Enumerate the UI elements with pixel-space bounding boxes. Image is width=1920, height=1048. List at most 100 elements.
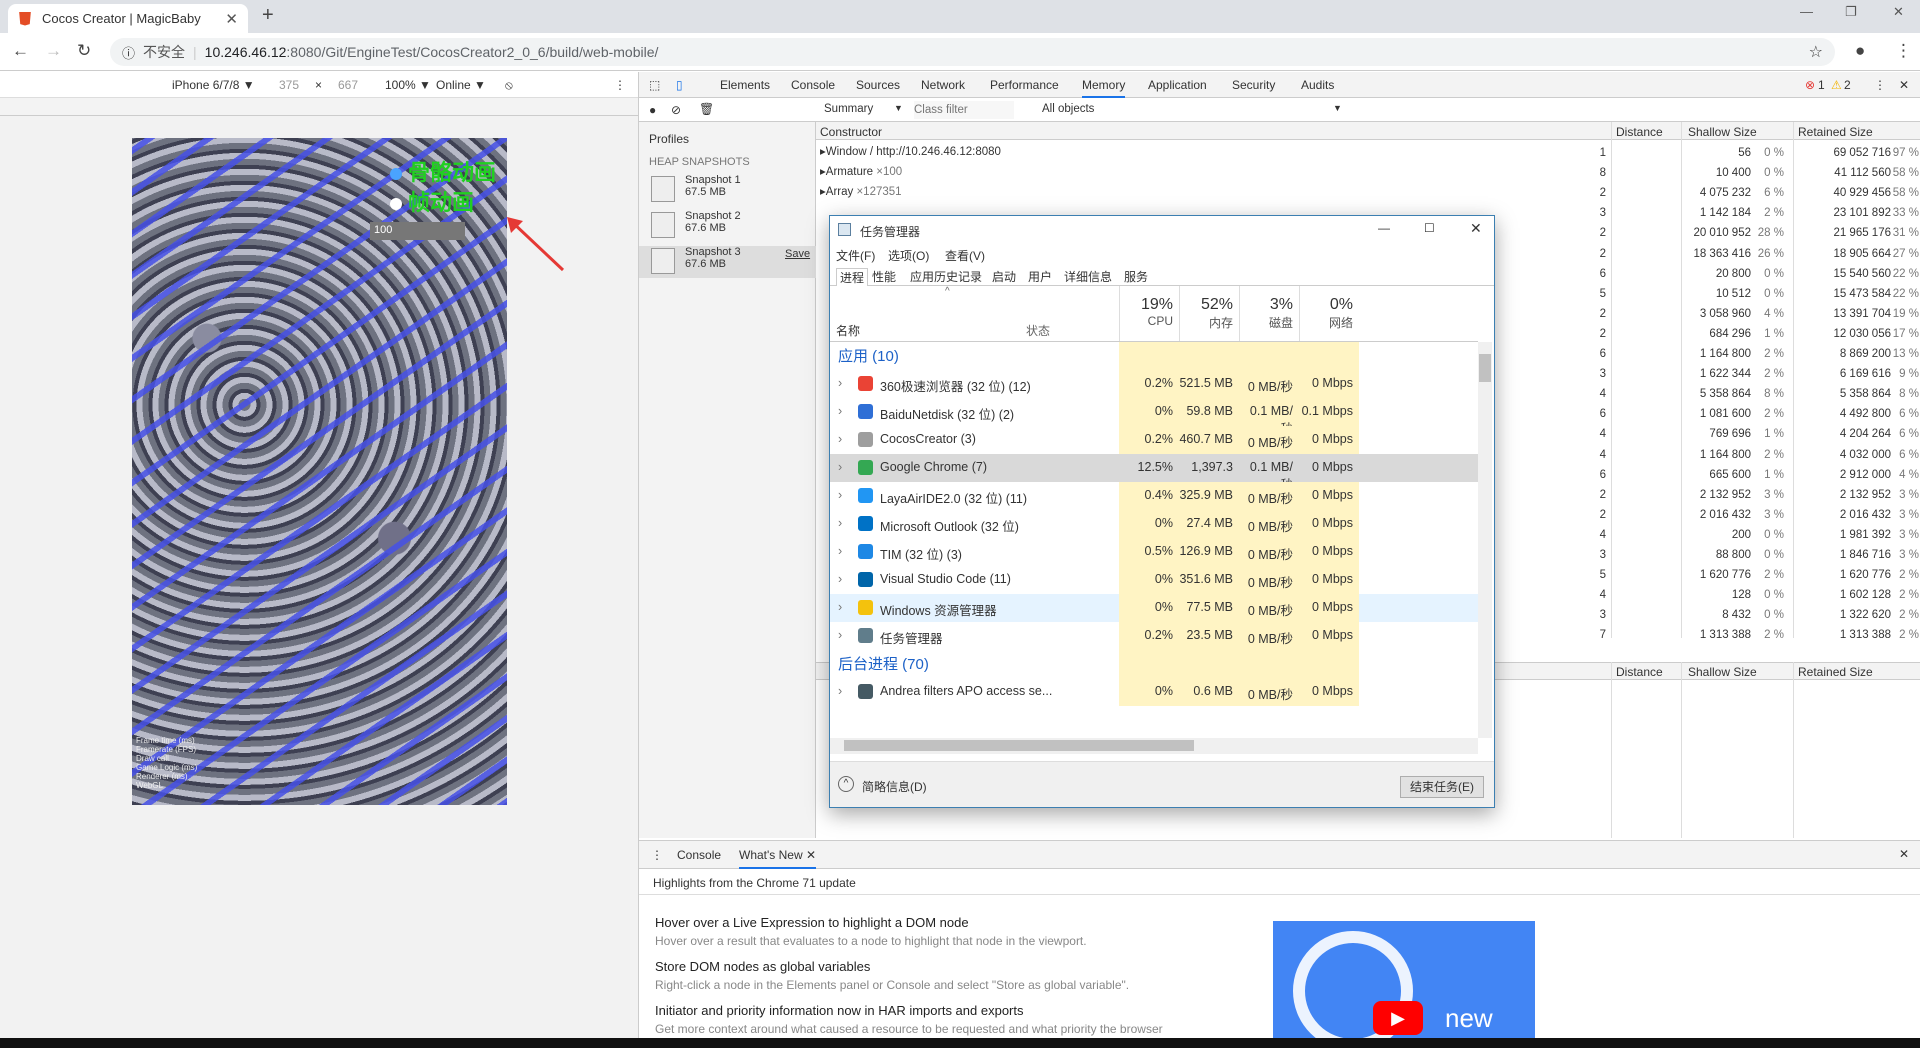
play-icon[interactable]: ▶ xyxy=(1373,1001,1423,1035)
radio-icon[interactable] xyxy=(390,198,402,210)
process-row[interactable]: 0.2% 460.7 MB 0 MB/秒 0 Mbps › CocosCreator (3… xyxy=(830,426,1478,454)
error-count[interactable]: 1 xyxy=(1818,78,1825,92)
tab-app-history[interactable]: 应用历史记录 xyxy=(910,268,982,285)
menu-view[interactable]: 查看(V) xyxy=(945,247,985,264)
reload-icon[interactable]: ↻ xyxy=(77,41,91,61)
devtools-menu-icon[interactable]: ⋮ xyxy=(1874,78,1886,92)
task-manager-titlebar[interactable]: 任务管理器 — ☐ ✕ xyxy=(830,216,1494,244)
trash-icon[interactable]: 🗑 xyxy=(699,102,714,116)
objects-filter-select[interactable]: All objects xyxy=(1042,103,1094,115)
col-memory[interactable]: 52% 内存 xyxy=(1179,286,1239,341)
tab-console[interactable]: Console xyxy=(791,78,835,92)
drawer-tab-whats-new[interactable]: What's New ✕ xyxy=(739,848,817,869)
tab-application[interactable]: Application xyxy=(1148,78,1207,92)
lower-header-distance[interactable]: Distance xyxy=(1616,665,1663,679)
device-select[interactable]: iPhone 6/7/8 ▼ xyxy=(172,78,255,92)
tab-memory[interactable]: Memory xyxy=(1082,78,1126,98)
process-row[interactable]: 0% 0.6 MB 0 MB/秒 0 Mbps › Andrea filters APO … xyxy=(830,678,1478,706)
close-tab-icon[interactable]: ✕ xyxy=(225,10,238,28)
expand-chevron-icon[interactable]: › xyxy=(838,404,842,418)
tab-elements[interactable]: Elements xyxy=(720,78,770,92)
expand-chevron-icon[interactable]: › xyxy=(838,628,842,642)
heap-row[interactable]: 24 075 232 6 % 40 929 456 58 % xyxy=(816,184,1920,204)
frame-animation-label[interactable]: 帧动画 xyxy=(408,190,474,215)
info-icon[interactable]: ⓘ xyxy=(122,43,135,62)
class-filter-input[interactable] xyxy=(914,101,1014,119)
menu-icon[interactable]: ⋮ xyxy=(1895,41,1912,61)
expand-chevron-icon[interactable]: › xyxy=(838,572,842,586)
expand-chevron-icon[interactable]: › xyxy=(838,432,842,446)
process-row[interactable]: 0%59.8 MB0.1 MB/秒0.1 Mbps › BaiduNetdisk (… xyxy=(830,398,1478,436)
constructor-row[interactable]: ▸Array ×127351 xyxy=(820,184,902,198)
process-row[interactable]: 0.4% 325.9 MB 0 MB/秒 0 Mbps › LayaAirIDE2.0 (… xyxy=(830,482,1478,510)
expand-chevron-icon[interactable]: › xyxy=(838,684,842,698)
expand-chevron-icon[interactable]: › xyxy=(838,460,842,474)
tab-startup[interactable]: 启动 xyxy=(992,268,1016,285)
snapshot-item[interactable]: Snapshot 1 67.5 MB xyxy=(647,174,812,206)
tab-services[interactable]: 服务 xyxy=(1124,268,1148,285)
more-options-icon[interactable]: ⋮ xyxy=(614,78,626,92)
process-row[interactable]: 0% 27.4 MB 0 MB/秒 0 Mbps › Microsoft Outlook … xyxy=(830,510,1478,538)
header-constructor[interactable]: Constructor xyxy=(820,125,882,139)
feature-title[interactable]: Initiator and priority information now i… xyxy=(655,1002,1163,1020)
game-progress-bar[interactable]: 100 xyxy=(370,222,465,240)
restore-icon[interactable]: ❐ xyxy=(1845,4,1857,20)
tab-network[interactable]: Network xyxy=(921,78,965,92)
error-icon[interactable]: ⊗ xyxy=(1805,78,1815,92)
task-manager-window[interactable]: 任务管理器 — ☐ ✕ 文件(F) 选项(O) 查看(V) 进程 性能 应用历史… xyxy=(829,215,1495,808)
close-devtools-icon[interactable]: ✕ xyxy=(1899,78,1909,92)
radio-icon[interactable] xyxy=(390,168,402,180)
fewer-details-link[interactable]: 简略信息(D) xyxy=(862,778,927,795)
tab-security[interactable]: Security xyxy=(1232,78,1275,92)
feature-title[interactable]: Store DOM nodes as global variables xyxy=(655,958,1163,976)
horizontal-scrollbar[interactable] xyxy=(830,738,1478,754)
constructor-row[interactable]: ▸Armature ×100 xyxy=(820,164,902,178)
expand-chevron-icon[interactable]: › xyxy=(838,376,842,390)
close-window-icon[interactable]: ✕ xyxy=(1893,4,1904,20)
tab-processes[interactable]: 进程 xyxy=(836,268,869,286)
skeleton-animation-label[interactable]: 骨骼动画 xyxy=(408,160,496,185)
rotate-icon[interactable]: ⦸ xyxy=(505,78,513,93)
tab-performance[interactable]: 性能 xyxy=(872,268,896,285)
snapshot-item-selected[interactable]: Snapshot 3 67.6 MB Save xyxy=(639,246,816,278)
omnibox[interactable]: ⓘ 不安全 | 10.246.46.12 :8080/Git/EngineTes… xyxy=(110,38,1835,66)
lower-header-retained[interactable]: Retained Size xyxy=(1798,665,1873,679)
video-thumbnail[interactable]: ▶ new xyxy=(1273,921,1535,1041)
col-status[interactable]: 状态 xyxy=(1026,322,1050,339)
account-icon[interactable]: ● xyxy=(1855,41,1865,61)
drawer-tab-console[interactable]: Console xyxy=(677,848,721,862)
save-link[interactable]: Save xyxy=(785,248,810,260)
tab-audits[interactable]: Audits xyxy=(1301,78,1334,92)
header-distance[interactable]: Distance xyxy=(1616,125,1663,139)
chevron-up-icon[interactable]: ^ xyxy=(838,776,854,792)
snapshot-item[interactable]: Snapshot 2 67.6 MB xyxy=(647,210,812,242)
back-icon[interactable]: ← xyxy=(12,41,29,61)
device-height[interactable]: 667 xyxy=(338,78,358,92)
tab-users[interactable]: 用户 xyxy=(1028,268,1052,285)
header-shallow-size[interactable]: Shallow Size xyxy=(1688,125,1757,139)
col-cpu[interactable]: 19% CPU xyxy=(1119,286,1179,341)
menu-options[interactable]: 选项(O) xyxy=(888,247,929,264)
end-task-button[interactable]: 结束任务(E) xyxy=(1400,776,1484,798)
network-select[interactable]: Online ▼ xyxy=(436,78,486,92)
inspect-icon[interactable]: ⬚ xyxy=(649,78,660,92)
minimize-icon[interactable]: — xyxy=(1378,221,1390,235)
warning-icon[interactable]: ⚠ xyxy=(1831,78,1842,92)
feature-title[interactable]: Hover over a Live Expression to highligh… xyxy=(655,914,1163,932)
summary-select[interactable]: Summary xyxy=(824,103,873,115)
expand-chevron-icon[interactable]: › xyxy=(838,488,842,502)
forward-icon[interactable]: → xyxy=(45,41,62,61)
process-row[interactable]: 0.5% 126.9 MB 0 MB/秒 0 Mbps › TIM (32 位) (3) xyxy=(830,538,1478,566)
tab-details[interactable]: 详细信息 xyxy=(1064,268,1112,285)
process-row[interactable]: 12.5% 1,397.3 ... 0.1 MB/秒 0 Mbps › Google Ch… xyxy=(830,454,1478,492)
lower-header-shallow[interactable]: Shallow Size xyxy=(1688,665,1757,679)
expand-chevron-icon[interactable]: › xyxy=(838,544,842,558)
menu-file[interactable]: 文件(F) xyxy=(836,247,875,264)
zoom-select[interactable]: 100% ▼ xyxy=(385,78,431,92)
heap-row[interactable]: 8 10 400 0 % 41 112 560 58 % xyxy=(816,164,1920,184)
col-name[interactable]: 名称 xyxy=(836,322,860,339)
close-icon[interactable]: ✕ xyxy=(1470,220,1482,237)
expand-chevron-icon[interactable]: › xyxy=(838,600,842,614)
close-drawer-icon[interactable]: ✕ xyxy=(1899,847,1909,861)
process-row[interactable]: 0% 77.5 MB 0 MB/秒 0 Mbps › Windows 资源管理器 xyxy=(830,594,1478,622)
